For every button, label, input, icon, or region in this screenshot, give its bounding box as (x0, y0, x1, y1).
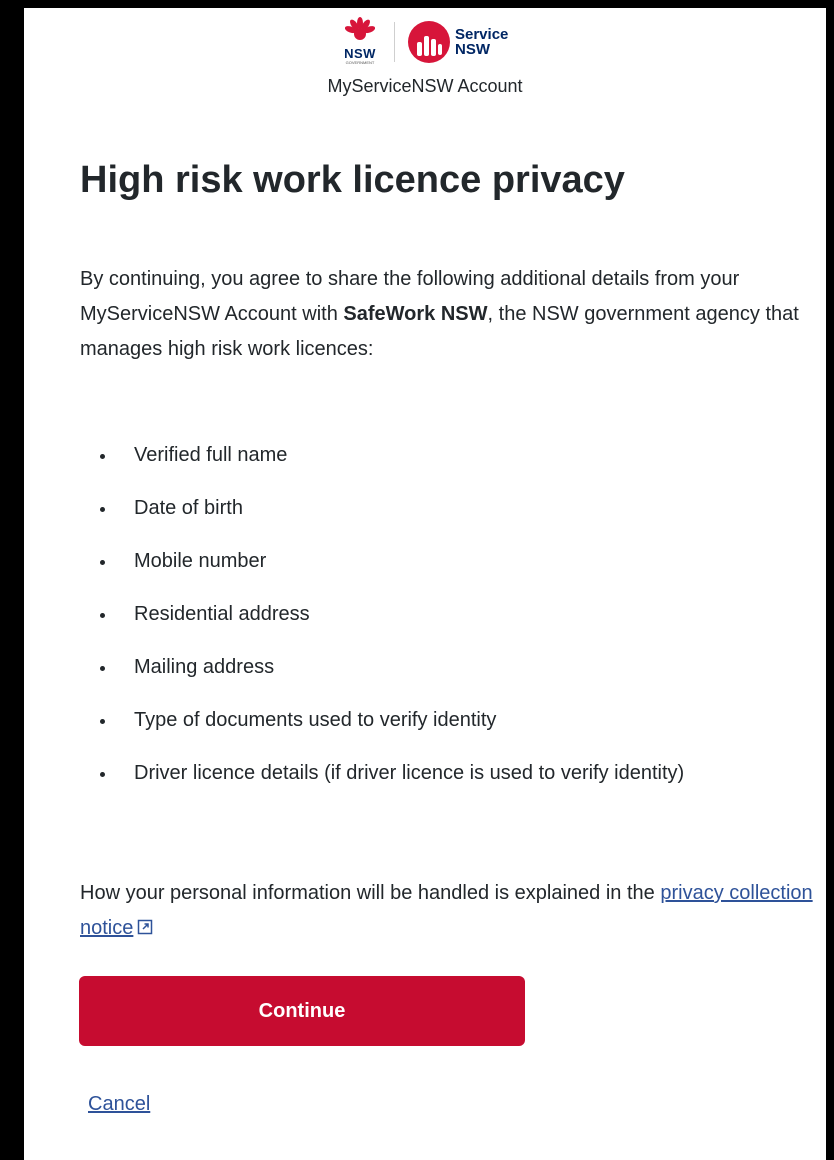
page: NSW GOVERNMENT Service NSW MyServiceNSW … (24, 8, 826, 1160)
privacy-handling-text: How your personal information will be ha… (80, 876, 820, 946)
service-wordmark-line1: Service (455, 26, 509, 43)
shared-details-list: Verified full name Date of birth Mobile … (80, 438, 780, 809)
nsw-logo-subtext: GOVERNMENT (345, 60, 375, 65)
account-label: MyServiceNSW Account (327, 76, 523, 96)
list-item: Type of documents used to verify identit… (80, 703, 780, 738)
list-item: Date of birth (80, 491, 780, 526)
list-item: Driver licence details (if driver licenc… (80, 756, 780, 791)
external-link-icon (138, 919, 153, 934)
privacy-handling-prefix: How your personal information will be ha… (80, 882, 661, 904)
page-title: High risk work licence privacy (80, 159, 625, 201)
logo-group: NSW GOVERNMENT Service NSW (334, 16, 508, 68)
list-item: Mobile number (80, 544, 780, 579)
service-wordmark-line2: NSW (455, 41, 490, 58)
logo-divider (394, 22, 395, 62)
header: NSW GOVERNMENT Service NSW MyServiceNSW … (24, 8, 826, 108)
agency-name: SafeWork NSW (343, 303, 488, 325)
service-nsw-wordmark: Service NSW (455, 27, 508, 57)
nsw-government-logo: NSW GOVERNMENT (334, 16, 386, 68)
continue-button[interactable]: Continue (79, 976, 525, 1046)
cancel-link[interactable]: Cancel (88, 1093, 150, 1116)
list-item: Verified full name (80, 438, 780, 473)
service-nsw-emblem-icon (408, 21, 450, 63)
intro-text: By continuing, you agree to share the fo… (80, 262, 820, 367)
waratah-icon (345, 17, 375, 40)
list-item: Mailing address (80, 650, 780, 685)
list-item: Residential address (80, 597, 780, 632)
nsw-logo-text: NSW (344, 46, 376, 61)
service-nsw-logo: Service NSW (407, 20, 508, 64)
